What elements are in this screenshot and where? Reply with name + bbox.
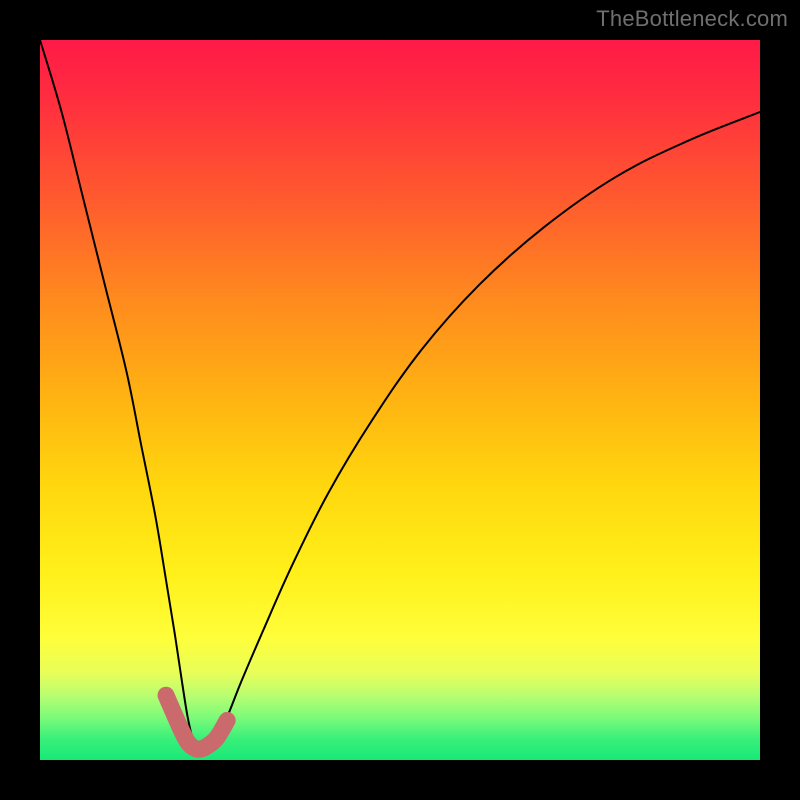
chart-frame: TheBottleneck.com: [0, 0, 800, 800]
plot-area: [40, 40, 760, 760]
optimal-range-highlight: [166, 695, 227, 749]
bottleneck-curve: [40, 40, 760, 755]
curve-svg: [40, 40, 760, 760]
watermark-text: TheBottleneck.com: [596, 6, 788, 32]
